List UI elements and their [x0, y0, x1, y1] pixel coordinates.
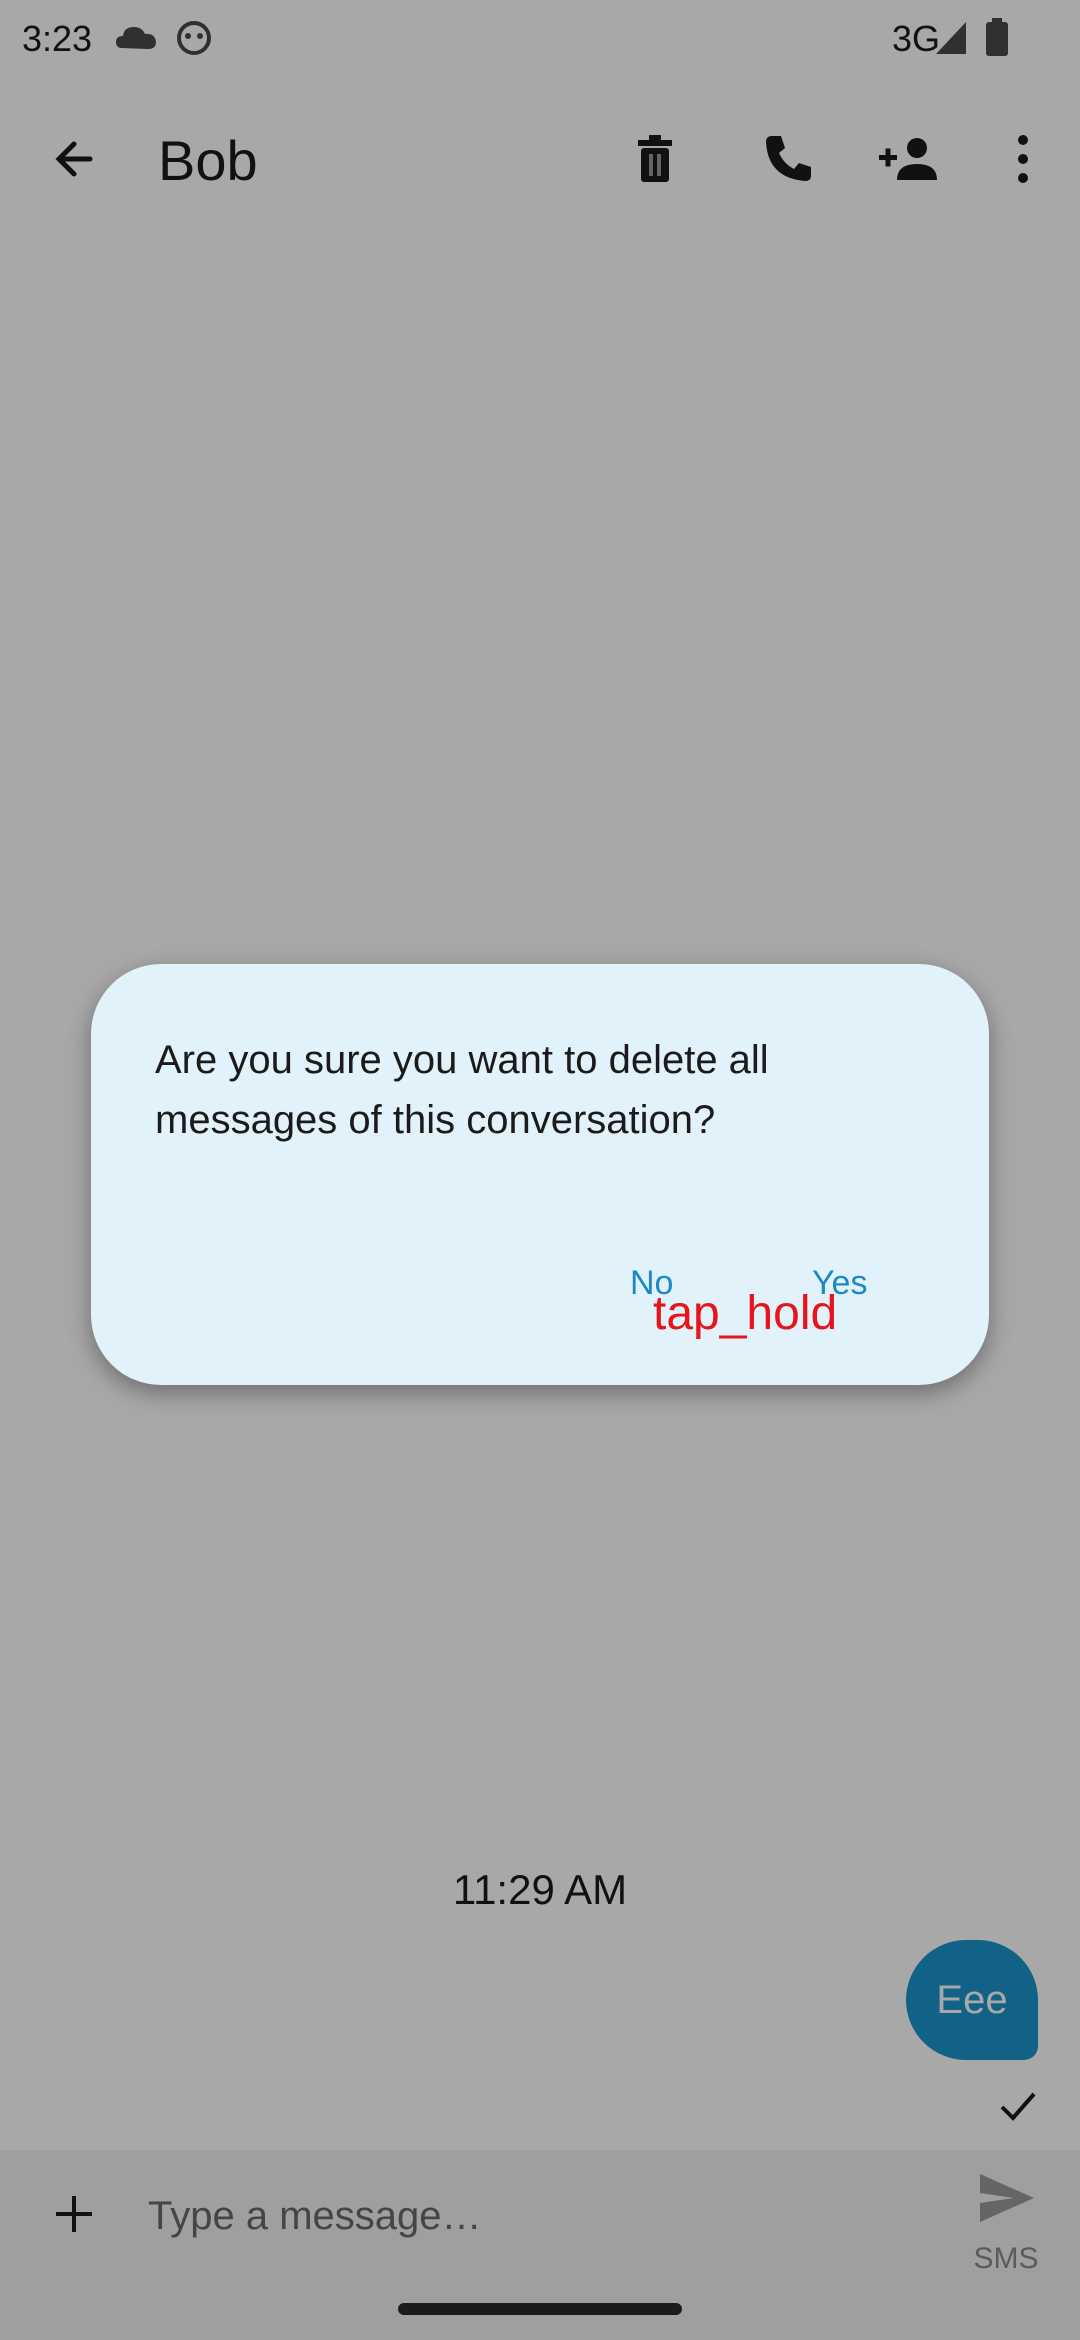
screen: 3:23 3G Bob 11:29 AM Eee Type a message……: [0, 0, 1080, 2340]
dialog-message: Are you sure you want to delete all mess…: [155, 1038, 769, 1142]
delete-confirmation-dialog: Are you sure you want to delete all mess…: [91, 964, 989, 1385]
action-annotation: tap_hold: [653, 1287, 838, 1340]
